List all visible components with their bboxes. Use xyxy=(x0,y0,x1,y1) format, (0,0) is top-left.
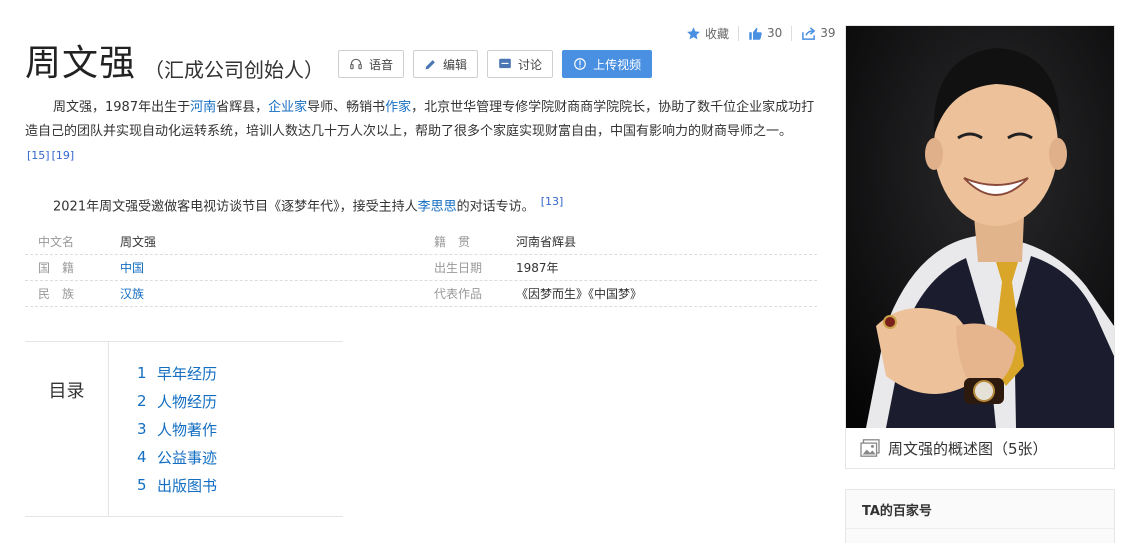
info-key: 代表作品 xyxy=(434,287,483,301)
summary: 周文强，1987年出生于河南省辉县，企业家导师、畅销书作家，北京世华管理专修学院… xyxy=(25,96,817,220)
info-value-link[interactable]: 中国 xyxy=(120,259,144,276)
album-caption-text: 周文强的概述图（5张） xyxy=(888,439,1048,458)
basic-info: 中文名 周文强 籍 贯 河南省辉县 国 籍 中国 出生日期 1987年 民 族 汉族 代表… xyxy=(25,229,817,307)
info-value: 河南省辉县 xyxy=(516,235,577,249)
catalog-number: 3 xyxy=(137,420,147,438)
image-gallery-icon xyxy=(860,439,880,457)
info-circle-icon xyxy=(574,58,586,70)
share-count: 39 xyxy=(820,26,836,40)
info-cell: 代表作品 《因梦而生》《中国梦》 xyxy=(421,285,817,302)
baijiahao-card: TA的百家号 xyxy=(845,489,1115,543)
catalog-number: 1 xyxy=(137,364,147,382)
baijiahao-title: TA的百家号 xyxy=(846,490,1114,529)
star-icon xyxy=(687,26,700,39)
catalog-title: 目录 xyxy=(25,342,109,516)
info-key: 中文名 xyxy=(38,235,75,249)
portrait-illustration xyxy=(846,26,1114,428)
info-key: 籍 贯 xyxy=(434,235,471,249)
catalog-number: 5 xyxy=(137,476,147,494)
edit-label: 编辑 xyxy=(443,57,468,72)
catalog: 目录 1 早年经历 2 人物经历 3 人物著作 4 公益事迹 5 出版图书 xyxy=(25,341,343,517)
title-row: 周文强 （汇成公司创始人） 语音 编辑 讨论 上传视频 xyxy=(25,40,661,88)
catalog-label: 人物著作 xyxy=(157,420,218,439)
album-caption[interactable]: 周文强的概述图（5张） xyxy=(846,428,1114,468)
link-entrepreneur[interactable]: 企业家 xyxy=(268,100,307,115)
catalog-number: 2 xyxy=(137,392,147,410)
info-key: 国 籍 xyxy=(38,261,75,275)
catalog-label: 早年经历 xyxy=(157,364,218,383)
text: 周文强，1987年出生于 xyxy=(53,100,191,115)
link-henan[interactable]: 河南 xyxy=(190,100,216,115)
info-row: 国 籍 中国 出生日期 1987年 xyxy=(25,255,817,281)
comment-icon xyxy=(499,58,511,69)
summary-paragraph: 2021年周文强受邀做客电视访谈节目《逐梦年代》，接受主持人李思思的对话专访。 … xyxy=(25,190,817,219)
edit-button[interactable]: 编辑 xyxy=(413,50,479,78)
catalog-label: 公益事迹 xyxy=(157,448,218,467)
reference-19[interactable]: [19] xyxy=(52,149,75,162)
link-lisisi[interactable]: 李思思 xyxy=(418,200,457,215)
headphones-icon xyxy=(350,58,362,70)
reference-13[interactable]: [13] xyxy=(541,195,564,208)
upload-video-label: 上传视频 xyxy=(593,57,642,72)
album-card: 周文强的概述图（5张） xyxy=(845,25,1115,469)
text: 省辉县， xyxy=(216,100,269,115)
catalog-item[interactable]: 1 早年经历 xyxy=(137,359,217,387)
text: 2021年周文强受邀做客电视访谈节目《逐梦年代》，接受主持人 xyxy=(53,199,418,215)
info-cell: 出生日期 1987年 xyxy=(421,259,817,276)
catalog-label: 人物经历 xyxy=(157,392,218,411)
summary-paragraph: 周文强，1987年出生于河南省辉县，企业家导师、畅销书作家，北京世华管理专修学院… xyxy=(25,96,817,173)
info-value: 周文强 xyxy=(120,235,157,249)
like-button[interactable]: 30 xyxy=(748,26,782,41)
info-key: 出生日期 xyxy=(434,261,483,275)
catalog-item[interactable]: 5 出版图书 xyxy=(137,471,217,499)
catalog-number: 4 xyxy=(137,448,147,466)
info-value-link[interactable]: 汉族 xyxy=(120,285,144,302)
info-cell: 中文名 周文强 xyxy=(25,233,421,250)
info-row: 民 族 汉族 代表作品 《因梦而生》《中国梦》 xyxy=(25,281,817,307)
voice-label: 语音 xyxy=(369,57,394,72)
info-cell: 国 籍 中国 xyxy=(25,259,421,276)
page-subtitle: （汇成公司创始人） xyxy=(144,57,325,82)
favorite-label: 收藏 xyxy=(705,26,730,41)
info-row: 中文名 周文强 籍 贯 河南省辉县 xyxy=(25,229,817,255)
like-count: 30 xyxy=(767,26,783,40)
info-cell: 籍 贯 河南省辉县 xyxy=(421,233,817,250)
share-icon xyxy=(802,26,816,40)
catalog-list: 1 早年经历 2 人物经历 3 人物著作 4 公益事迹 5 出版图书 xyxy=(109,342,217,516)
discuss-label: 讨论 xyxy=(518,57,543,72)
voice-button[interactable]: 语音 xyxy=(338,50,405,78)
catalog-label: 出版图书 xyxy=(157,476,218,495)
divider xyxy=(791,25,793,41)
link-writer[interactable]: 作家 xyxy=(385,100,411,115)
pencil-icon xyxy=(425,59,435,69)
reference-15[interactable]: [15] xyxy=(27,149,50,162)
share-button[interactable]: 39 xyxy=(801,26,836,41)
text: 导师、畅销书 xyxy=(307,100,386,115)
info-cell: 民 族 汉族 xyxy=(25,285,421,302)
catalog-item[interactable]: 3 人物著作 xyxy=(137,415,217,443)
favorite-button[interactable]: 收藏 xyxy=(686,25,729,42)
divider xyxy=(738,25,740,41)
text: 的对话专访。 xyxy=(456,199,535,215)
portrait-photo[interactable] xyxy=(846,26,1114,428)
catalog-item[interactable]: 2 人物经历 xyxy=(137,387,217,415)
upload-video-button[interactable]: 上传视频 xyxy=(562,50,653,78)
stats-bar: 收藏 30 39 xyxy=(686,23,836,43)
info-key: 民 族 xyxy=(38,287,75,301)
info-value: 1987年 xyxy=(516,261,559,275)
catalog-item[interactable]: 4 公益事迹 xyxy=(137,443,217,471)
info-value: 《因梦而生》《中国梦》 xyxy=(516,287,643,301)
discuss-button[interactable]: 讨论 xyxy=(487,50,554,78)
page-title: 周文强 xyxy=(25,43,137,84)
thumbs-up-icon xyxy=(749,27,762,40)
